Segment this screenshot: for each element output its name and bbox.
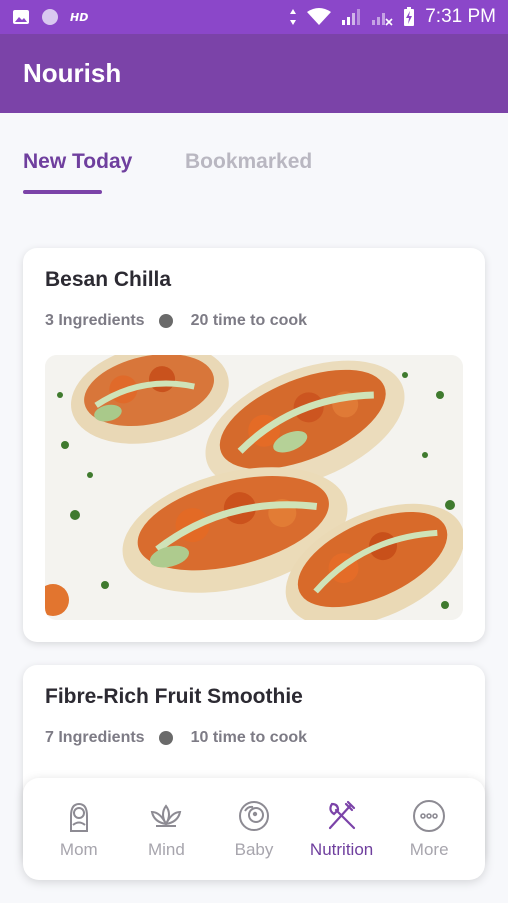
nav-nutrition[interactable]: Nutrition	[302, 798, 382, 860]
app-title: Nourish	[23, 58, 122, 88]
recipe-card[interactable]: Besan Chilla 3 Ingredients 20 time to co…	[23, 248, 485, 642]
battery-icon	[404, 7, 415, 26]
wifi-icon	[307, 8, 332, 25]
separator-dot	[158, 731, 173, 745]
tab-bookmarked[interactable]: Bookmarked	[185, 150, 312, 174]
cook-time: 20 time to cook	[190, 312, 308, 329]
nav-label: Mind	[147, 840, 185, 859]
hd-badge: HD	[70, 10, 89, 24]
app-bar: Nourish	[0, 34, 508, 113]
status-bar: HD 7:31 PM	[0, 0, 508, 34]
nav-mom[interactable]: Mom	[39, 798, 119, 860]
separator-dot	[158, 314, 173, 328]
data-arrows-icon	[290, 9, 297, 25]
more-icon	[413, 800, 446, 832]
recipe-title: Besan Chilla	[45, 268, 172, 291]
nav-mind[interactable]: Mind	[126, 798, 206, 860]
recipe-meta: 7 Ingredients 10 time to cook	[45, 729, 307, 747]
clock: 7:31 PM	[425, 6, 496, 27]
nav-more[interactable]: More	[389, 798, 469, 860]
baby-icon	[238, 801, 269, 831]
tacos-photo	[45, 355, 463, 620]
ingredients-count: 3 Ingredients	[45, 312, 145, 329]
nav-label: Mom	[59, 840, 98, 859]
bottom-navigation: Mom Mind Baby Nutrition More	[23, 778, 485, 880]
recipe-title: Fibre-Rich Fruit Smoothie	[45, 685, 303, 708]
nav-label: Nutrition	[309, 840, 374, 859]
mom-icon	[69, 802, 88, 832]
ingredients-count: 7 Ingredients	[45, 729, 145, 746]
nav-label: Baby	[234, 840, 274, 859]
tab-new-today[interactable]: New Today	[23, 150, 132, 174]
fork-knife-icon	[328, 800, 355, 830]
recipe-meta: 3 Ingredients 20 time to cook	[45, 312, 307, 330]
circle-icon	[42, 9, 58, 25]
signal-off-icon	[372, 13, 393, 26]
signal-icon	[342, 9, 361, 25]
recipe-image	[45, 355, 463, 620]
image-icon	[13, 10, 29, 24]
cook-time: 10 time to cook	[190, 729, 308, 746]
lotus-icon	[151, 804, 182, 827]
active-tab-indicator	[23, 190, 102, 194]
nav-baby[interactable]: Baby	[214, 798, 294, 860]
tab-bar: New Today Bookmarked	[0, 150, 508, 200]
nav-label: More	[409, 840, 449, 859]
